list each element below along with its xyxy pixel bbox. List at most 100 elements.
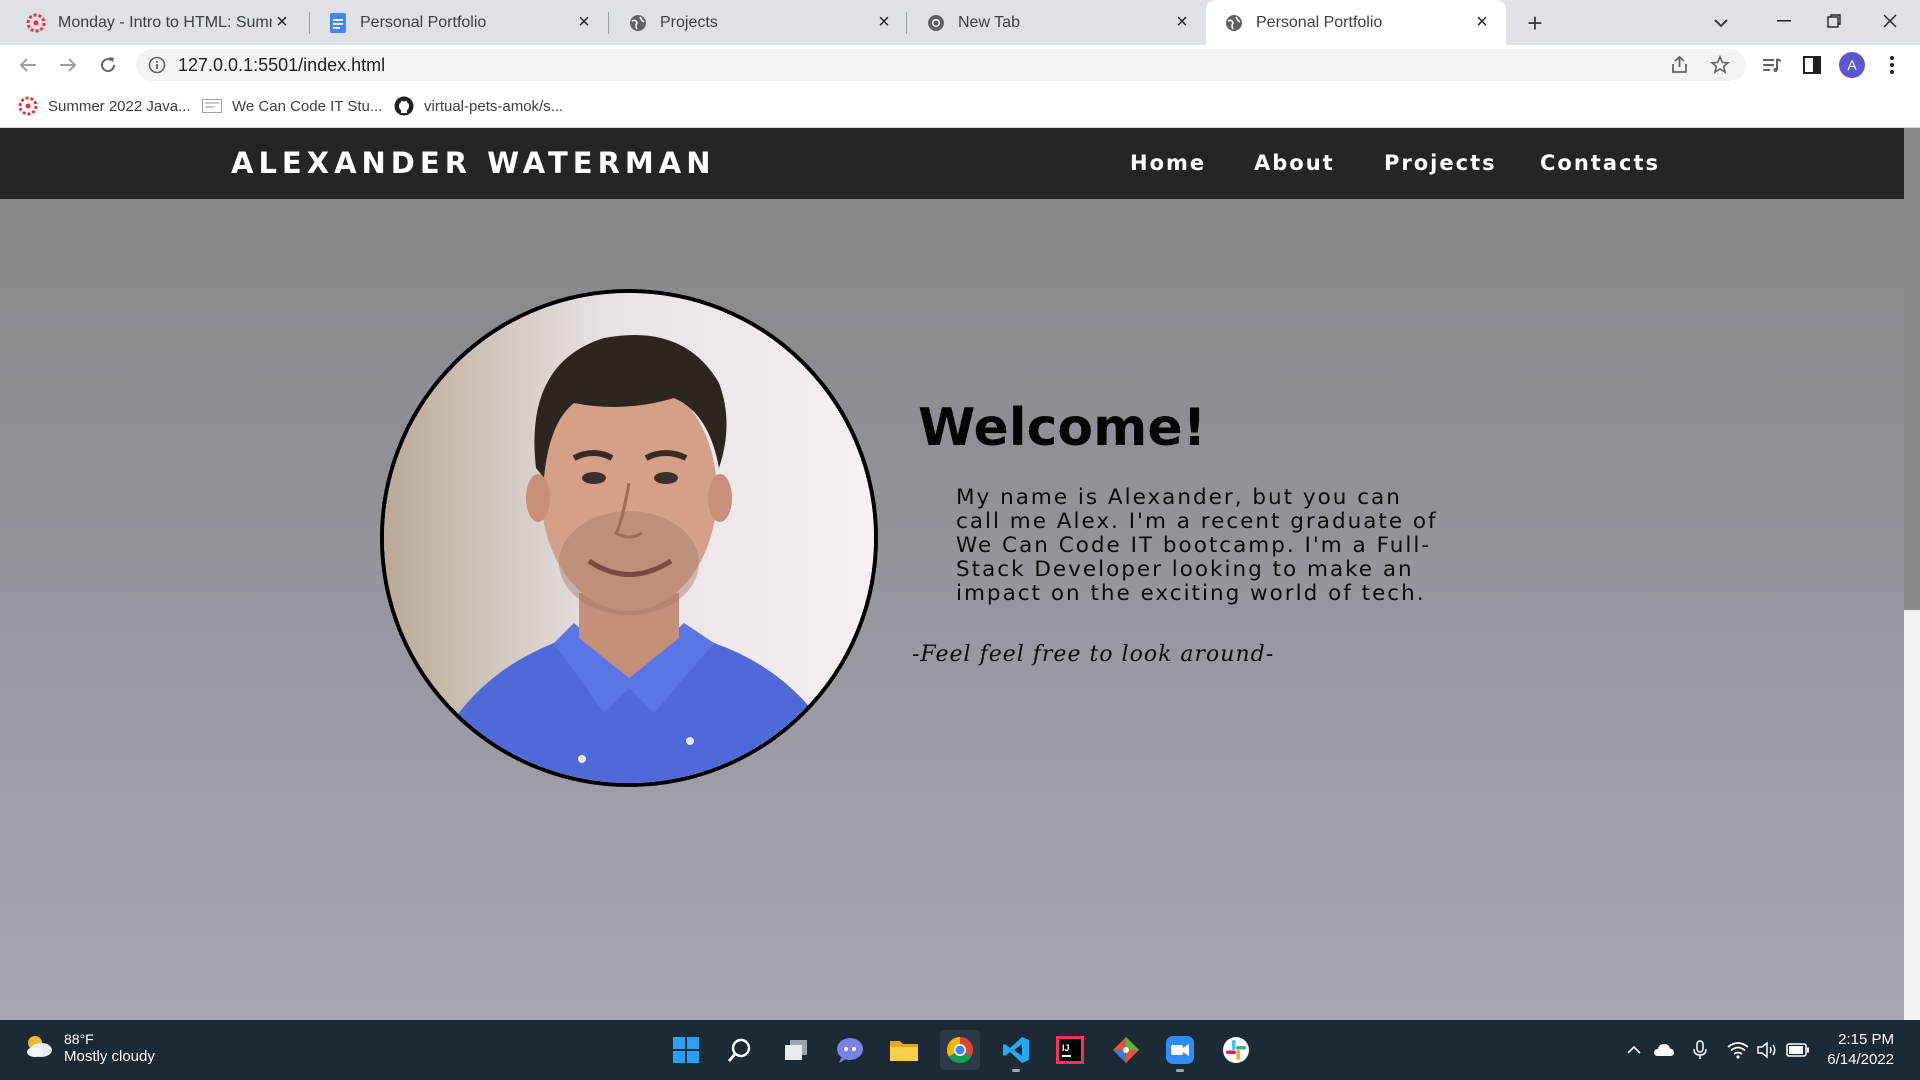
clock-time: 2:15 PM [1838, 1031, 1894, 1048]
nav-contacts[interactable]: Contacts [1540, 128, 1660, 199]
chrome-icon [926, 13, 946, 33]
tab-label: Personal Portfolio [1256, 13, 1383, 31]
teams-chat-button[interactable] [830, 1030, 870, 1070]
scrollbar-thumb[interactable] [1904, 128, 1920, 610]
tab-label: New Tab [958, 13, 1020, 31]
close-icon[interactable]: × [1172, 11, 1192, 33]
share-icon[interactable] [1670, 55, 1690, 80]
media-queue-icon[interactable] [1756, 49, 1788, 81]
nav-home[interactable]: Home [1130, 128, 1206, 199]
slack-icon [1223, 1037, 1249, 1063]
search-button[interactable] [720, 1030, 760, 1070]
forward-arrow-icon[interactable] [48, 45, 88, 85]
chrome-taskbar-button[interactable] [940, 1030, 980, 1070]
weather-description: Mostly cloudy [64, 1048, 155, 1065]
weather-widget[interactable]: 88°F Mostly cloudy [24, 1030, 155, 1066]
canvas-icon [26, 13, 46, 33]
site-header: ALEXANDER WATERMAN Home About Projects C… [0, 128, 1904, 199]
address-bar[interactable]: 127.0.0.1:5501/index.html [136, 49, 1746, 81]
show-hidden-icons-chevron-icon[interactable] [1622, 1038, 1646, 1062]
profile-avatar[interactable]: A [1836, 49, 1868, 81]
git-icon [1113, 1037, 1139, 1063]
task-view-icon [785, 1040, 807, 1060]
tab-projects[interactable]: Projects × [610, 0, 908, 45]
system-clock[interactable]: 2:15 PM 6/14/2022 [1827, 1030, 1894, 1070]
more-menu-icon[interactable] [1876, 49, 1908, 81]
site-info-icon[interactable] [148, 56, 166, 79]
web-page: ALEXANDER WATERMAN Home About Projects C… [0, 128, 1904, 1020]
close-icon[interactable]: × [1472, 11, 1492, 33]
tab-strip: Monday - Intro to HTML: Summe × Personal… [0, 0, 1920, 45]
bookmark-item[interactable]: We Can Code IT Stu... [202, 93, 382, 119]
nav-projects[interactable]: Projects [1384, 128, 1497, 199]
tab-search-chevron-icon[interactable] [1706, 8, 1736, 38]
svg-text:IJ: IJ [1062, 1043, 1070, 1053]
page-icon [202, 96, 222, 116]
globe-icon [628, 13, 648, 33]
teams-chat-icon [837, 1038, 863, 1063]
windows-start-icon [673, 1037, 699, 1063]
canvas-icon [18, 96, 38, 116]
search-icon [727, 1038, 751, 1062]
reload-icon[interactable] [88, 45, 128, 85]
wifi-icon[interactable] [1726, 1038, 1750, 1062]
side-panel-icon[interactable] [1796, 49, 1828, 81]
clock-date: 6/14/2022 [1827, 1051, 1894, 1068]
tab-label: Personal Portfolio [360, 13, 487, 31]
avatar-initial: A [1839, 52, 1865, 78]
url-text: 127.0.0.1:5501/index.html [178, 55, 386, 75]
globe-icon [1224, 13, 1244, 33]
start-button[interactable] [666, 1030, 706, 1070]
tab-separator [608, 12, 609, 34]
tab-label: Monday - Intro to HTML: Summe [58, 13, 272, 31]
windows-taskbar: 88°F Mostly cloudy IJ 2:15 PM 6/14/2022 [0, 1020, 1920, 1080]
task-view-button[interactable] [776, 1030, 816, 1070]
onedrive-cloud-icon[interactable] [1652, 1038, 1676, 1062]
close-icon[interactable]: × [874, 11, 894, 33]
bookmark-label: We Can Code IT Stu... [232, 97, 383, 115]
slack-button[interactable] [1216, 1030, 1256, 1070]
zoom-button[interactable] [1160, 1030, 1200, 1072]
site-title[interactable]: ALEXANDER WATERMAN [231, 128, 716, 199]
tab-portfolio-doc[interactable]: Personal Portfolio × [310, 0, 608, 45]
intellij-icon: IJ [1056, 1036, 1084, 1064]
volume-icon[interactable] [1756, 1038, 1780, 1062]
bookmark-label: Summer 2022 Java... [48, 97, 191, 115]
close-icon[interactable]: × [272, 11, 292, 33]
tab-canvas[interactable]: Monday - Intro to HTML: Summe × [8, 0, 306, 45]
minimize-icon[interactable] [1764, 6, 1804, 36]
microphone-icon[interactable] [1688, 1038, 1712, 1062]
bookmarks-bar: Summer 2022 Java... We Can Code IT Stu..… [0, 85, 1920, 128]
tab-separator [906, 12, 907, 34]
file-explorer-button[interactable] [884, 1030, 924, 1070]
bookmark-star-icon[interactable] [1710, 55, 1730, 80]
tagline: -Feel feel free to look around- [912, 642, 1275, 667]
partly-cloudy-icon [24, 1033, 54, 1064]
battery-charging-icon[interactable] [1786, 1038, 1810, 1062]
github-icon [394, 96, 414, 116]
browser-toolbar: 127.0.0.1:5501/index.html A [0, 45, 1920, 85]
bookmark-item[interactable]: virtual-pets-amok/s... [394, 93, 563, 119]
nav-about[interactable]: About [1254, 128, 1335, 199]
close-icon[interactable]: × [574, 11, 594, 33]
new-tab-plus-icon[interactable]: + [1520, 8, 1550, 38]
bookmark-item[interactable]: Summer 2022 Java... [18, 93, 191, 119]
back-arrow-icon[interactable] [8, 45, 48, 85]
profile-photo [380, 289, 878, 787]
intro-paragraph: My name is Alexander, but you can call m… [956, 485, 1438, 606]
window-close-icon[interactable] [1870, 6, 1910, 36]
bookmark-label: virtual-pets-amok/s... [424, 97, 564, 115]
chrome-icon [946, 1036, 973, 1064]
restore-icon[interactable] [1814, 6, 1854, 36]
page-scrollbar[interactable] [1904, 128, 1920, 1020]
intellij-button[interactable]: IJ [1050, 1030, 1090, 1070]
weather-temperature: 88°F [64, 1031, 94, 1047]
vscode-button[interactable] [996, 1030, 1036, 1072]
zoom-icon [1166, 1036, 1194, 1064]
vscode-icon [1003, 1037, 1029, 1063]
tab-personal-portfolio[interactable]: Personal Portfolio × [1206, 0, 1506, 45]
google-docs-icon [328, 12, 348, 33]
folder-icon [890, 1041, 918, 1061]
tab-new-tab[interactable]: New Tab × [908, 0, 1206, 45]
git-gui-button[interactable] [1106, 1030, 1146, 1070]
